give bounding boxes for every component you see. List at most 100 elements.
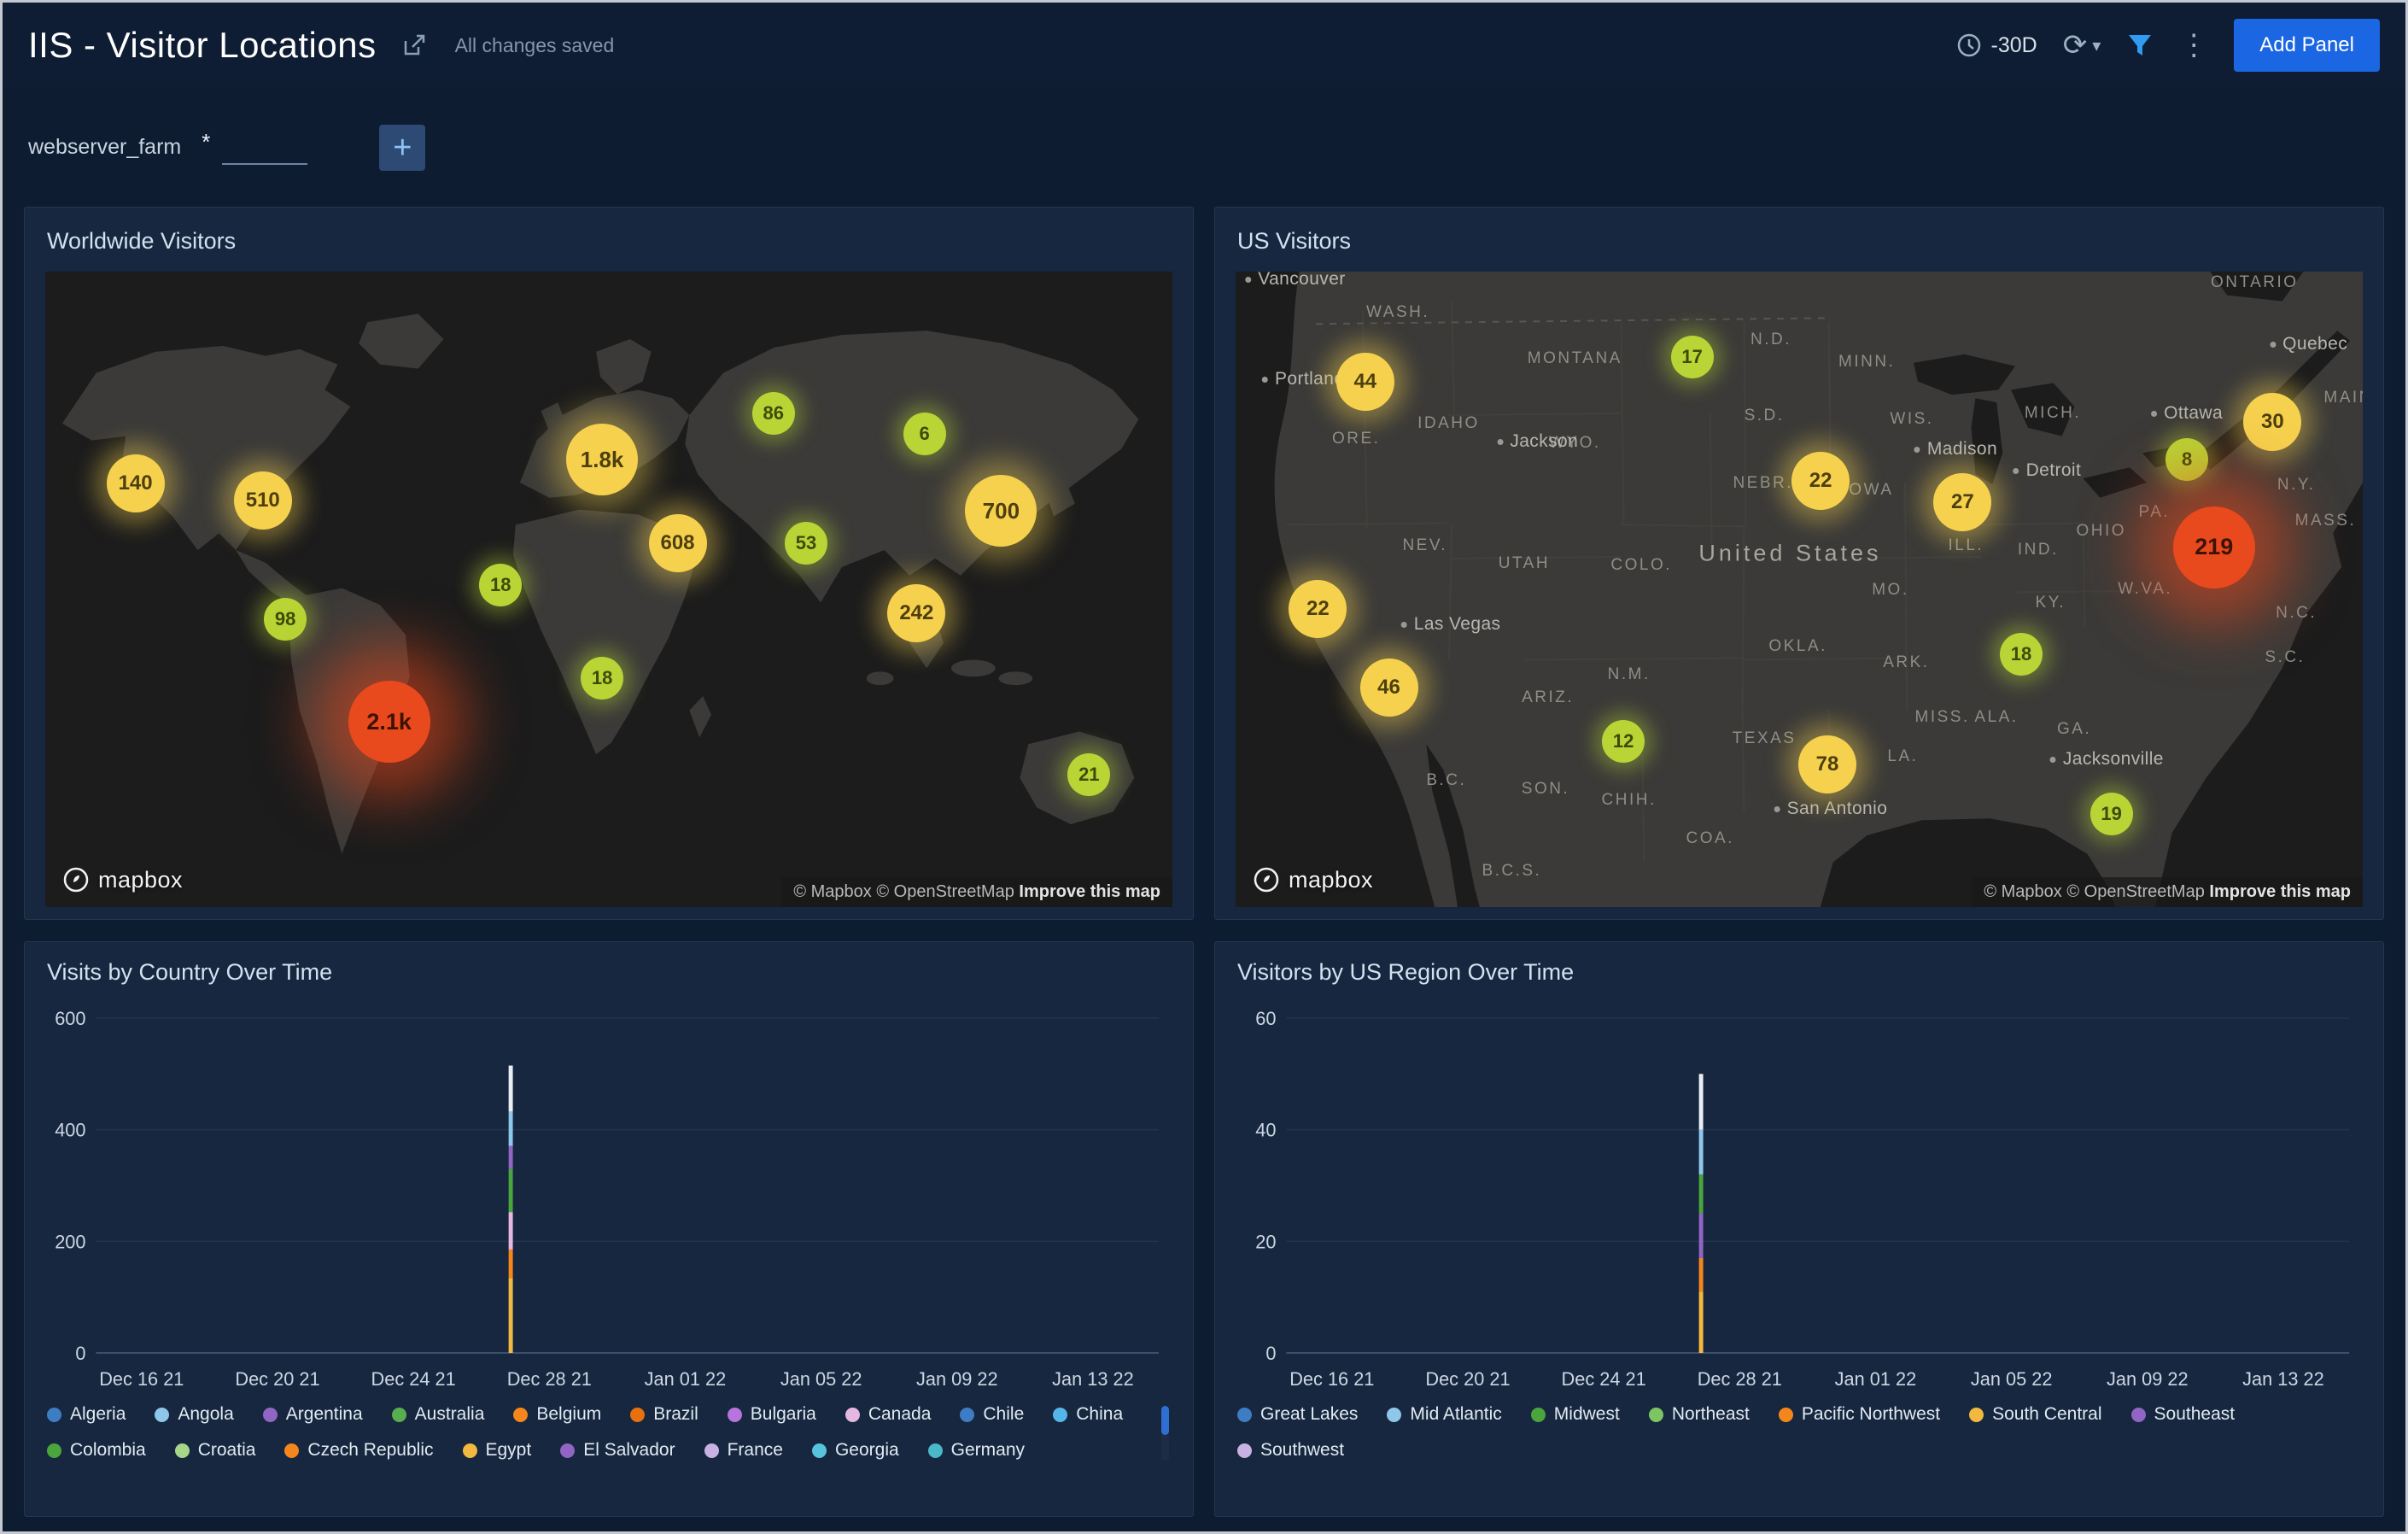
filter-value: * [202, 129, 211, 155]
legend-item[interactable]: China [1053, 1404, 1123, 1425]
legend-item[interactable]: Pacific Northwest [1778, 1404, 1940, 1425]
map-cluster[interactable]: 18 [479, 563, 523, 606]
refresh-icon[interactable]: ⟳ [2063, 31, 2088, 60]
map-cluster[interactable]: 700 [965, 475, 1037, 547]
legend-item[interactable]: El Salvador [560, 1440, 675, 1461]
mapbox-logo[interactable]: mapbox [1253, 866, 1373, 893]
legend-item[interactable]: Colombia [47, 1440, 146, 1461]
improve-map-link[interactable]: Improve this map [1019, 882, 1160, 901]
legend-label: Germany [950, 1440, 1026, 1460]
map-cluster[interactable]: 17 [1670, 336, 1714, 379]
map-cluster[interactable]: 12 [1602, 719, 1645, 763]
map-cluster[interactable]: 18 [2000, 632, 2043, 676]
map-cluster[interactable]: 22 [1289, 580, 1347, 639]
map-cluster[interactable]: 44 [1336, 352, 1394, 411]
legend-item[interactable]: Algeria [47, 1404, 126, 1425]
world-map[interactable]: 140 510 98 2.1k 1.8k 608 18 18 86 53 6 700 242 21 map… [45, 272, 1172, 907]
legend-item[interactable]: Egypt [462, 1440, 531, 1461]
legend-item[interactable]: South Central [1969, 1404, 2102, 1425]
legend-item[interactable]: Mid Atlantic [1387, 1404, 1502, 1425]
map-label-city: Jacksonville [2050, 749, 2164, 770]
map-cluster[interactable]: 6 [903, 413, 946, 456]
map-cluster[interactable]: 53 [785, 521, 827, 565]
map-label-city: Ottawa [2151, 403, 2223, 424]
legend-item[interactable]: Great Lakes [1237, 1404, 1358, 1425]
legend-item[interactable]: Germany [927, 1440, 1026, 1461]
map-cluster[interactable]: 19 [2089, 792, 2133, 835]
map-cluster[interactable]: 22 [1791, 451, 1850, 510]
kebab-menu-icon[interactable]: ⋮ [2179, 31, 2208, 60]
map-cluster[interactable]: 8 [2165, 438, 2209, 482]
share-icon[interactable] [399, 30, 430, 61]
region-time-chart[interactable]: 0 20 40 60 Dec 16 21 Dec 20 21 Dec 24 21 Dec 28… [1237, 994, 2361, 1396]
add-filter-button[interactable]: + [379, 124, 426, 171]
chevron-down-icon[interactable]: ▾ [2092, 35, 2101, 56]
map-label-state: MO. [1872, 581, 1909, 600]
legend-item[interactable]: Northeast [1648, 1404, 1750, 1425]
map-label-state: S.D. [1744, 406, 1785, 424]
mapbox-icon [63, 867, 89, 893]
legend-label: Mid Atlantic [1410, 1404, 1502, 1424]
map-cluster[interactable]: 1.8k [566, 424, 639, 496]
legend-dot-icon [462, 1443, 477, 1458]
panel-title: US Visitors [1237, 228, 1352, 254]
mapbox-logo[interactable]: mapbox [62, 866, 183, 893]
map-cluster[interactable]: 78 [1798, 735, 1856, 793]
legend-label: Great Lakes [1260, 1404, 1359, 1424]
legend-item[interactable]: Southwest [1237, 1440, 1344, 1461]
legend-label: Colombia [70, 1440, 146, 1460]
legend-item[interactable]: Georgia [811, 1440, 899, 1461]
us-map[interactable]: Vancouver WASH. Portland ORE. IDAHO MONTANA N.… [1236, 272, 2363, 907]
map-cluster[interactable]: 21 [1067, 752, 1111, 796]
time-range-control[interactable]: -30D [1955, 32, 2037, 59]
legend-item[interactable]: Australia [391, 1404, 484, 1425]
map-label-state: KY. [2035, 593, 2066, 612]
country-time-chart[interactable]: 0 200 400 600 Dec 16 21 Dec 20 21 Dec 24 21 Dec… [47, 994, 1171, 1396]
map-cluster[interactable]: 98 [264, 597, 307, 641]
legend-label: Northeast [1671, 1404, 1750, 1424]
legend-item[interactable]: Czech Republic [284, 1440, 434, 1461]
legend-item[interactable]: Canada [845, 1404, 931, 1425]
add-panel-button[interactable]: Add Panel [2234, 19, 2380, 72]
filter-value-input[interactable] [222, 131, 308, 165]
improve-map-link[interactable]: Improve this map [2209, 882, 2351, 901]
scrollbar-thumb[interactable] [1161, 1406, 1169, 1435]
legend-item[interactable]: Angola [155, 1404, 234, 1425]
filter-icon[interactable] [2126, 32, 2154, 59]
legend-item[interactable]: Croatia [174, 1440, 255, 1461]
legend-item[interactable]: France [704, 1440, 783, 1461]
map-cluster[interactable]: 219 [2172, 506, 2255, 588]
legend-dot-icon [174, 1443, 190, 1458]
legend-item[interactable]: Bulgaria [727, 1404, 816, 1425]
refresh-control[interactable]: ⟳ ▾ [2063, 31, 2101, 60]
legend-item[interactable]: Chile [960, 1404, 1024, 1425]
attribution-links[interactable]: © Mapbox © OpenStreetMap [793, 882, 1019, 901]
map-label-state: SON. [1521, 780, 1570, 799]
map-cluster[interactable]: 46 [1359, 658, 1418, 717]
map-cluster[interactable]: 510 [233, 471, 292, 530]
map-label-state: ORE. [1332, 429, 1381, 448]
spike-segment [508, 1212, 513, 1250]
legend-dot-icon [1530, 1407, 1546, 1422]
legend-item[interactable]: Belgium [513, 1404, 601, 1425]
map-cluster[interactable]: 140 [106, 454, 165, 513]
attribution-links[interactable]: © Mapbox © OpenStreetMap [1984, 882, 2209, 901]
legend-dot-icon [927, 1443, 943, 1458]
map-cluster[interactable]: 86 [751, 391, 795, 435]
map-cluster[interactable]: 18 [581, 657, 624, 700]
legend-item[interactable]: Brazil [630, 1404, 698, 1425]
map-cluster[interactable]: 30 [2243, 393, 2302, 452]
legend-item[interactable]: Argentina [262, 1404, 363, 1425]
map-cluster[interactable]: 242 [887, 584, 946, 643]
map-label-state: ILL. [1948, 536, 1984, 554]
map-label-state: PA. [2138, 502, 2171, 521]
filter-name-label: webserver_farm [28, 135, 182, 159]
legend-scrollbar[interactable] [1161, 1406, 1169, 1461]
map-cluster[interactable]: 27 [1933, 473, 1992, 532]
legend-item[interactable]: Southeast [2130, 1404, 2235, 1425]
map-cluster[interactable]: 608 [648, 513, 707, 572]
legend-label: China [1076, 1404, 1124, 1424]
legend-item[interactable]: Midwest [1530, 1404, 1620, 1425]
spike-segment [508, 1249, 513, 1279]
map-cluster[interactable]: 2.1k [348, 681, 430, 764]
